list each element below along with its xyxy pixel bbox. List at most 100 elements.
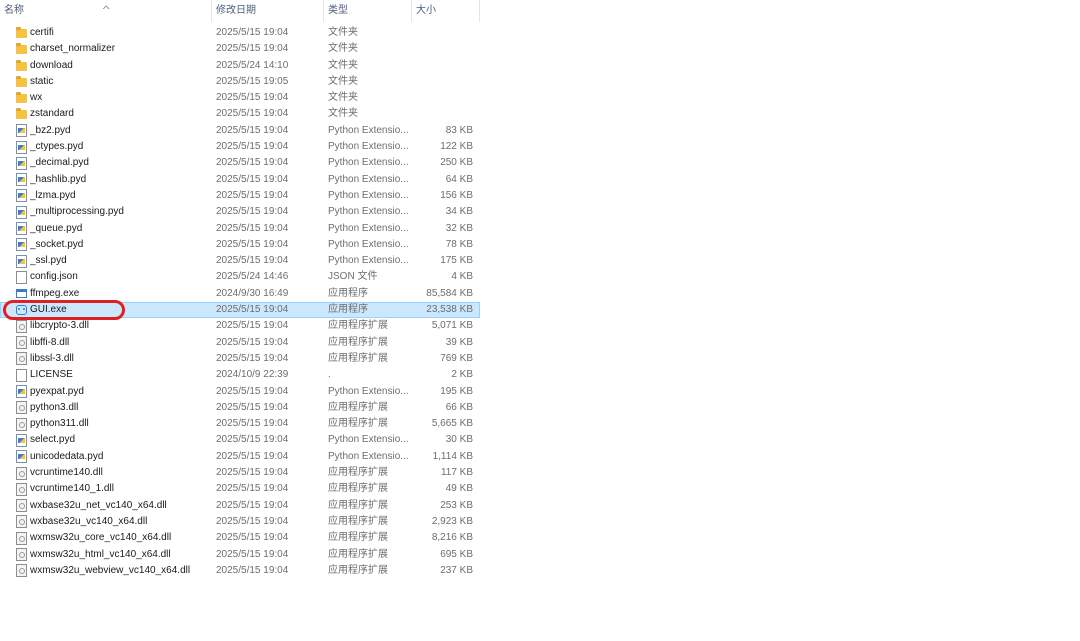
file-icon-cell [15, 547, 27, 563]
file-row[interactable]: pyexpat.pyd 2025/5/15 19:04 Python Extensi… [0, 384, 480, 400]
file-row[interactable]: _bz2.pyd 2025/5/15 19:04 Python Extensio..… [0, 123, 480, 139]
file-row[interactable]: static 2025/5/15 19:05 文件夹 [0, 74, 480, 90]
file-row[interactable]: libffi-8.dll 2025/5/15 19:04 应用程序扩展 39 KB [0, 335, 480, 351]
file-row[interactable]: libssl-3.dll 2025/5/15 19:04 应用程序扩展 769 KB [0, 351, 480, 367]
file-row[interactable]: python3.dll 2025/5/15 19:04 应用程序扩展 66 KB [0, 400, 480, 416]
file-modified-date: 2025/5/15 19:04 [216, 483, 289, 495]
file-row[interactable]: vcruntime140_1.dll 2025/5/15 19:04 应用程序扩展 4… [0, 481, 480, 497]
dll-icon [15, 466, 27, 480]
file-size: 66 KB [445, 401, 473, 413]
file-row[interactable]: _ctypes.pyd 2025/5/15 19:04 Python Extensi… [0, 139, 480, 155]
file-type: 文件夹 [328, 59, 358, 71]
file-modified-date: 2025/5/15 19:04 [216, 173, 289, 185]
file-row[interactable]: ffmpeg.exe 2024/9/30 16:49 应用程序 85,584 KB [0, 286, 480, 302]
file-type: 应用程序扩展 [328, 352, 388, 364]
file-row[interactable]: certifi 2025/5/15 19:04 文件夹 [0, 25, 480, 41]
column-header-type[interactable]: 类型 [324, 0, 412, 22]
file-row[interactable]: libcrypto-3.dll 2025/5/15 19:04 应用程序扩展 5,07… [0, 318, 480, 334]
file-type: . [328, 369, 331, 381]
file-size: 122 KB [440, 141, 473, 153]
file-row[interactable]: _socket.pyd 2025/5/15 19:04 Python Extensi… [0, 237, 480, 253]
file-modified-date: 2025/5/15 19:04 [216, 43, 289, 55]
folder-icon [15, 59, 27, 71]
file-modified-date: 2025/5/15 19:04 [216, 304, 289, 316]
column-header-name[interactable]: 名称 ^ [0, 0, 212, 22]
file-size: 5,071 KB [431, 320, 473, 332]
python-extension-icon [15, 140, 27, 154]
file-type: Python Extensio... [328, 124, 409, 136]
file-modified-date: 2025/5/15 19:04 [216, 336, 289, 348]
file-icon-cell [15, 155, 27, 171]
file-size: 83 KB [445, 124, 473, 136]
file-icon-cell [15, 449, 27, 465]
file-modified-date: 2025/5/15 19:04 [216, 434, 289, 446]
file-icon-cell [15, 74, 27, 90]
folder-icon [15, 75, 27, 87]
python-extension-icon [15, 156, 27, 170]
file-name: unicodedata.pyd [30, 450, 104, 462]
file-size: 253 KB [440, 499, 473, 511]
file-size: 85,584 KB [426, 287, 473, 299]
file-type: Python Extensio... [328, 206, 409, 218]
file-row[interactable]: _queue.pyd 2025/5/15 19:04 Python Extensio… [0, 221, 480, 237]
file-row[interactable]: _multiprocessing.pyd 2025/5/15 19:04 Pytho… [0, 204, 480, 220]
file-name: wxbase32u_net_vc140_x64.dll [30, 499, 167, 511]
dll-icon [15, 564, 27, 578]
dll-icon [15, 515, 27, 529]
folder-icon [15, 43, 27, 55]
file-type: 应用程序扩展 [328, 499, 388, 511]
file-size: 2,923 KB [431, 515, 473, 527]
file-name: pyexpat.pyd [30, 385, 84, 397]
file-type: Python Extensio... [328, 222, 409, 234]
file-row[interactable]: wxmsw32u_webview_vc140_x64.dll 2025/5/15 … [0, 563, 480, 579]
file-row[interactable]: python311.dll 2025/5/15 19:04 应用程序扩展 5,665 … [0, 416, 480, 432]
file-icon-cell [15, 416, 27, 432]
file-type: 应用程序扩展 [328, 548, 388, 560]
file-type: 应用程序扩展 [328, 515, 388, 527]
file-icon-cell [15, 530, 27, 546]
file-row[interactable]: _decimal.pyd 2025/5/15 19:04 Python Extens… [0, 155, 480, 171]
file-icon-cell [15, 384, 27, 400]
file-modified-date: 2025/5/15 19:04 [216, 418, 289, 430]
file-size: 2 KB [451, 369, 473, 381]
file-icon-cell [15, 563, 27, 579]
file-type: Python Extensio... [328, 141, 409, 153]
folder-icon [15, 108, 27, 120]
file-row[interactable]: unicodedata.pyd 2025/5/15 19:04 Python Ext… [0, 449, 480, 465]
file-size: 64 KB [445, 173, 473, 185]
file-type: 应用程序 [328, 304, 368, 316]
file-row[interactable]: wxmsw32u_core_vc140_x64.dll 2025/5/15 19:… [0, 530, 480, 546]
file-row[interactable]: wxbase32u_net_vc140_x64.dll 2025/5/15 19:… [0, 498, 480, 514]
file-name: python311.dll [30, 418, 89, 430]
file-icon-cell [15, 400, 27, 416]
dll-icon [15, 417, 27, 431]
file-size: 195 KB [440, 385, 473, 397]
file-row[interactable]: wx 2025/5/15 19:04 文件夹 [0, 90, 480, 106]
file-row[interactable]: GUI.exe 2025/5/15 19:04 应用程序 23,538 KB [0, 302, 480, 319]
column-name-label: 名称 [4, 5, 24, 16]
file-row[interactable]: zstandard 2025/5/15 19:04 文件夹 [0, 106, 480, 122]
file-row[interactable]: wxmsw32u_html_vc140_x64.dll 2025/5/15 19:… [0, 547, 480, 563]
file-row[interactable]: charset_normalizer 2025/5/15 19:04 文件夹 [0, 41, 480, 57]
folder-icon [15, 92, 27, 104]
column-header-size[interactable]: 大小 [412, 0, 480, 22]
column-header-date[interactable]: 修改日期 [212, 0, 324, 22]
file-row[interactable]: _hashlib.pyd 2025/5/15 19:04 Python Extens… [0, 172, 480, 188]
file-row[interactable]: _lzma.pyd 2025/5/15 19:04 Python Extensio.… [0, 188, 480, 204]
file-modified-date: 2025/5/15 19:04 [216, 564, 289, 576]
file-row[interactable]: download 2025/5/24 14:10 文件夹 [0, 58, 480, 74]
file-icon-cell [15, 465, 27, 481]
file-type: 应用程序扩展 [328, 336, 388, 348]
file-row[interactable]: LICENSE 2024/10/9 22:39. 2 KB [0, 367, 480, 383]
file-modified-date: 2025/5/15 19:04 [216, 532, 289, 544]
file-size: 32 KB [445, 222, 473, 234]
file-row[interactable]: wxbase32u_vc140_x64.dll 2025/5/15 19:04 应用… [0, 514, 480, 530]
file-row[interactable]: select.pyd 2025/5/15 19:04 Python Extensio… [0, 432, 480, 448]
file-type: 应用程序扩展 [328, 320, 388, 332]
file-list: certifi 2025/5/15 19:04 文件夹 charset_normali… [0, 25, 480, 579]
file-row[interactable]: config.json 2025/5/24 14:46 JSON 文件 4 KB [0, 269, 480, 285]
file-icon-cell [15, 432, 27, 448]
python-extension-icon [15, 189, 27, 203]
file-row[interactable]: _ssl.pyd 2025/5/15 19:04 Python Extensio..… [0, 253, 480, 269]
file-row[interactable]: vcruntime140.dll 2025/5/15 19:04 应用程序扩展 117… [0, 465, 480, 481]
